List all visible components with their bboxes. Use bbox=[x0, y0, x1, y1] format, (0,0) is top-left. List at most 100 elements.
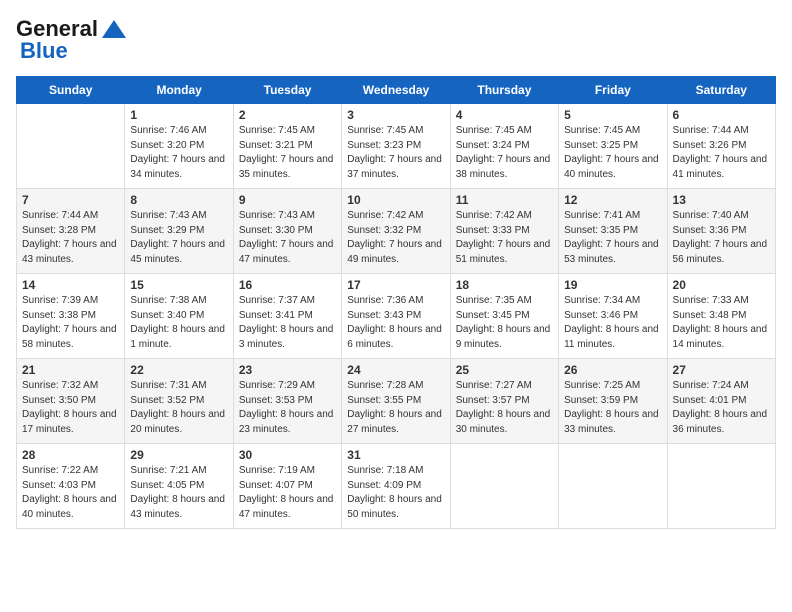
column-header-thursday: Thursday bbox=[450, 77, 558, 104]
cell-content: Sunrise: 7:27 AMSunset: 3:57 PMDaylight:… bbox=[456, 379, 553, 437]
page-header: General Blue bbox=[16, 16, 776, 64]
day-number: 31 bbox=[347, 448, 444, 462]
calendar-cell: 16 Sunrise: 7:37 AMSunset: 3:41 PMDayligh… bbox=[233, 274, 341, 359]
column-header-saturday: Saturday bbox=[667, 77, 775, 104]
logo: General Blue bbox=[16, 16, 128, 64]
column-header-tuesday: Tuesday bbox=[233, 77, 341, 104]
day-number: 21 bbox=[22, 363, 119, 377]
day-number: 19 bbox=[564, 278, 661, 292]
logo-blue: Blue bbox=[20, 38, 68, 64]
day-number: 11 bbox=[456, 193, 553, 207]
cell-content: Sunrise: 7:46 AMSunset: 3:20 PMDaylight:… bbox=[130, 124, 227, 182]
cell-content: Sunrise: 7:36 AMSunset: 3:43 PMDaylight:… bbox=[347, 294, 444, 352]
day-number: 7 bbox=[22, 193, 119, 207]
cell-content: Sunrise: 7:45 AMSunset: 3:21 PMDaylight:… bbox=[239, 124, 336, 182]
calendar-cell: 8Sunrise: 7:43 AMSunset: 3:29 PMDaylight… bbox=[125, 189, 233, 274]
day-number: 29 bbox=[130, 448, 227, 462]
cell-content: Sunrise: 7:45 AMSunset: 3:24 PMDaylight:… bbox=[456, 124, 553, 182]
calendar-cell: 4 Sunrise: 7:45 AMSunset: 3:24 PMDaylight… bbox=[450, 104, 558, 189]
day-number: 17 bbox=[347, 278, 444, 292]
cell-content: Sunrise: 7:34 AMSunset: 3:46 PMDaylight:… bbox=[564, 294, 661, 352]
cell-content: Sunrise: 7:41 AMSunset: 3:35 PMDaylight:… bbox=[564, 209, 661, 267]
calendar-cell: 24 Sunrise: 7:28 AMSunset: 3:55 PMDayligh… bbox=[342, 359, 450, 444]
cell-content: Sunrise: 7:39 AMSunset: 3:38 PMDaylight:… bbox=[22, 294, 119, 352]
day-number: 10 bbox=[347, 193, 444, 207]
day-number: 12 bbox=[564, 193, 661, 207]
calendar-cell: 2 Sunrise: 7:45 AMSunset: 3:21 PMDaylight… bbox=[233, 104, 341, 189]
calendar-cell bbox=[667, 444, 775, 529]
cell-content: Sunrise: 7:37 AMSunset: 3:41 PMDaylight:… bbox=[239, 294, 336, 352]
calendar-cell bbox=[17, 104, 125, 189]
cell-content: Sunrise: 7:19 AMSunset: 4:07 PMDaylight:… bbox=[239, 464, 336, 522]
cell-content: Sunrise: 7:31 AMSunset: 3:52 PMDaylight:… bbox=[130, 379, 227, 437]
cell-content: Sunrise: 7:38 AMSunset: 3:40 PMDaylight:… bbox=[130, 294, 227, 352]
day-number: 18 bbox=[456, 278, 553, 292]
day-number: 2 bbox=[239, 108, 336, 122]
calendar-cell: 27Sunrise: 7:24 AMSunset: 4:01 PMDayligh… bbox=[667, 359, 775, 444]
day-number: 23 bbox=[239, 363, 336, 377]
calendar-cell: 9Sunrise: 7:43 AMSunset: 3:30 PMDaylight… bbox=[233, 189, 341, 274]
calendar-cell: 13 Sunrise: 7:40 AMSunset: 3:36 PMDayligh… bbox=[667, 189, 775, 274]
calendar-cell: 25 Sunrise: 7:27 AMSunset: 3:57 PMDayligh… bbox=[450, 359, 558, 444]
day-number: 24 bbox=[347, 363, 444, 377]
day-number: 25 bbox=[456, 363, 553, 377]
cell-content: Sunrise: 7:28 AMSunset: 3:55 PMDaylight:… bbox=[347, 379, 444, 437]
cell-content: Sunrise: 7:18 AMSunset: 4:09 PMDaylight:… bbox=[347, 464, 444, 522]
calendar-cell bbox=[559, 444, 667, 529]
day-number: 9 bbox=[239, 193, 336, 207]
day-number: 1 bbox=[130, 108, 227, 122]
logo-icon bbox=[100, 18, 128, 40]
calendar-cell: 1 Sunrise: 7:46 AMSunset: 3:20 PMDaylight… bbox=[125, 104, 233, 189]
calendar-table: SundayMondayTuesdayWednesdayThursdayFrid… bbox=[16, 76, 776, 529]
day-number: 27 bbox=[673, 363, 770, 377]
calendar-cell: 29 Sunrise: 7:21 AMSunset: 4:05 PMDayligh… bbox=[125, 444, 233, 529]
cell-content: Sunrise: 7:29 AMSunset: 3:53 PMDaylight:… bbox=[239, 379, 336, 437]
calendar-cell: 20Sunrise: 7:33 AMSunset: 3:48 PMDayligh… bbox=[667, 274, 775, 359]
calendar-cell bbox=[450, 444, 558, 529]
calendar-cell: 11 Sunrise: 7:42 AMSunset: 3:33 PMDayligh… bbox=[450, 189, 558, 274]
calendar-cell: 23 Sunrise: 7:29 AMSunset: 3:53 PMDayligh… bbox=[233, 359, 341, 444]
calendar-cell: 7 Sunrise: 7:44 AMSunset: 3:28 PMDaylight… bbox=[17, 189, 125, 274]
cell-content: Sunrise: 7:32 AMSunset: 3:50 PMDaylight:… bbox=[22, 379, 119, 437]
cell-content: Sunrise: 7:42 AMSunset: 3:32 PMDaylight:… bbox=[347, 209, 444, 267]
calendar-cell: 22 Sunrise: 7:31 AMSunset: 3:52 PMDayligh… bbox=[125, 359, 233, 444]
cell-content: Sunrise: 7:25 AMSunset: 3:59 PMDaylight:… bbox=[564, 379, 661, 437]
calendar-cell: 21 Sunrise: 7:32 AMSunset: 3:50 PMDayligh… bbox=[17, 359, 125, 444]
calendar-cell: 17 Sunrise: 7:36 AMSunset: 3:43 PMDayligh… bbox=[342, 274, 450, 359]
cell-content: Sunrise: 7:44 AMSunset: 3:26 PMDaylight:… bbox=[673, 124, 770, 182]
day-number: 14 bbox=[22, 278, 119, 292]
calendar-cell: 12 Sunrise: 7:41 AMSunset: 3:35 PMDayligh… bbox=[559, 189, 667, 274]
calendar-cell: 30 Sunrise: 7:19 AMSunset: 4:07 PMDayligh… bbox=[233, 444, 341, 529]
day-number: 15 bbox=[130, 278, 227, 292]
day-number: 28 bbox=[22, 448, 119, 462]
cell-content: Sunrise: 7:35 AMSunset: 3:45 PMDaylight:… bbox=[456, 294, 553, 352]
calendar-cell: 14 Sunrise: 7:39 AMSunset: 3:38 PMDayligh… bbox=[17, 274, 125, 359]
calendar-cell: 26 Sunrise: 7:25 AMSunset: 3:59 PMDayligh… bbox=[559, 359, 667, 444]
cell-content: Sunrise: 7:43 AMSunset: 3:29 PMDaylight:… bbox=[130, 209, 227, 267]
day-number: 5 bbox=[564, 108, 661, 122]
calendar-cell: 10 Sunrise: 7:42 AMSunset: 3:32 PMDayligh… bbox=[342, 189, 450, 274]
day-number: 22 bbox=[130, 363, 227, 377]
calendar-cell: 6Sunrise: 7:44 AMSunset: 3:26 PMDaylight… bbox=[667, 104, 775, 189]
calendar-cell: 5 Sunrise: 7:45 AMSunset: 3:25 PMDaylight… bbox=[559, 104, 667, 189]
day-number: 13 bbox=[673, 193, 770, 207]
cell-content: Sunrise: 7:40 AMSunset: 3:36 PMDaylight:… bbox=[673, 209, 770, 267]
day-number: 26 bbox=[564, 363, 661, 377]
cell-content: Sunrise: 7:22 AMSunset: 4:03 PMDaylight:… bbox=[22, 464, 119, 522]
calendar-cell: 18 Sunrise: 7:35 AMSunset: 3:45 PMDayligh… bbox=[450, 274, 558, 359]
column-header-wednesday: Wednesday bbox=[342, 77, 450, 104]
day-number: 4 bbox=[456, 108, 553, 122]
calendar-cell: 3 Sunrise: 7:45 AMSunset: 3:23 PMDaylight… bbox=[342, 104, 450, 189]
cell-content: Sunrise: 7:21 AMSunset: 4:05 PMDaylight:… bbox=[130, 464, 227, 522]
day-number: 16 bbox=[239, 278, 336, 292]
cell-content: Sunrise: 7:45 AMSunset: 3:25 PMDaylight:… bbox=[564, 124, 661, 182]
cell-content: Sunrise: 7:44 AMSunset: 3:28 PMDaylight:… bbox=[22, 209, 119, 267]
cell-content: Sunrise: 7:42 AMSunset: 3:33 PMDaylight:… bbox=[456, 209, 553, 267]
day-number: 30 bbox=[239, 448, 336, 462]
calendar-cell: 31 Sunrise: 7:18 AMSunset: 4:09 PMDayligh… bbox=[342, 444, 450, 529]
day-number: 3 bbox=[347, 108, 444, 122]
cell-content: Sunrise: 7:45 AMSunset: 3:23 PMDaylight:… bbox=[347, 124, 444, 182]
day-number: 20 bbox=[673, 278, 770, 292]
column-header-monday: Monday bbox=[125, 77, 233, 104]
calendar-cell: 15 Sunrise: 7:38 AMSunset: 3:40 PMDayligh… bbox=[125, 274, 233, 359]
